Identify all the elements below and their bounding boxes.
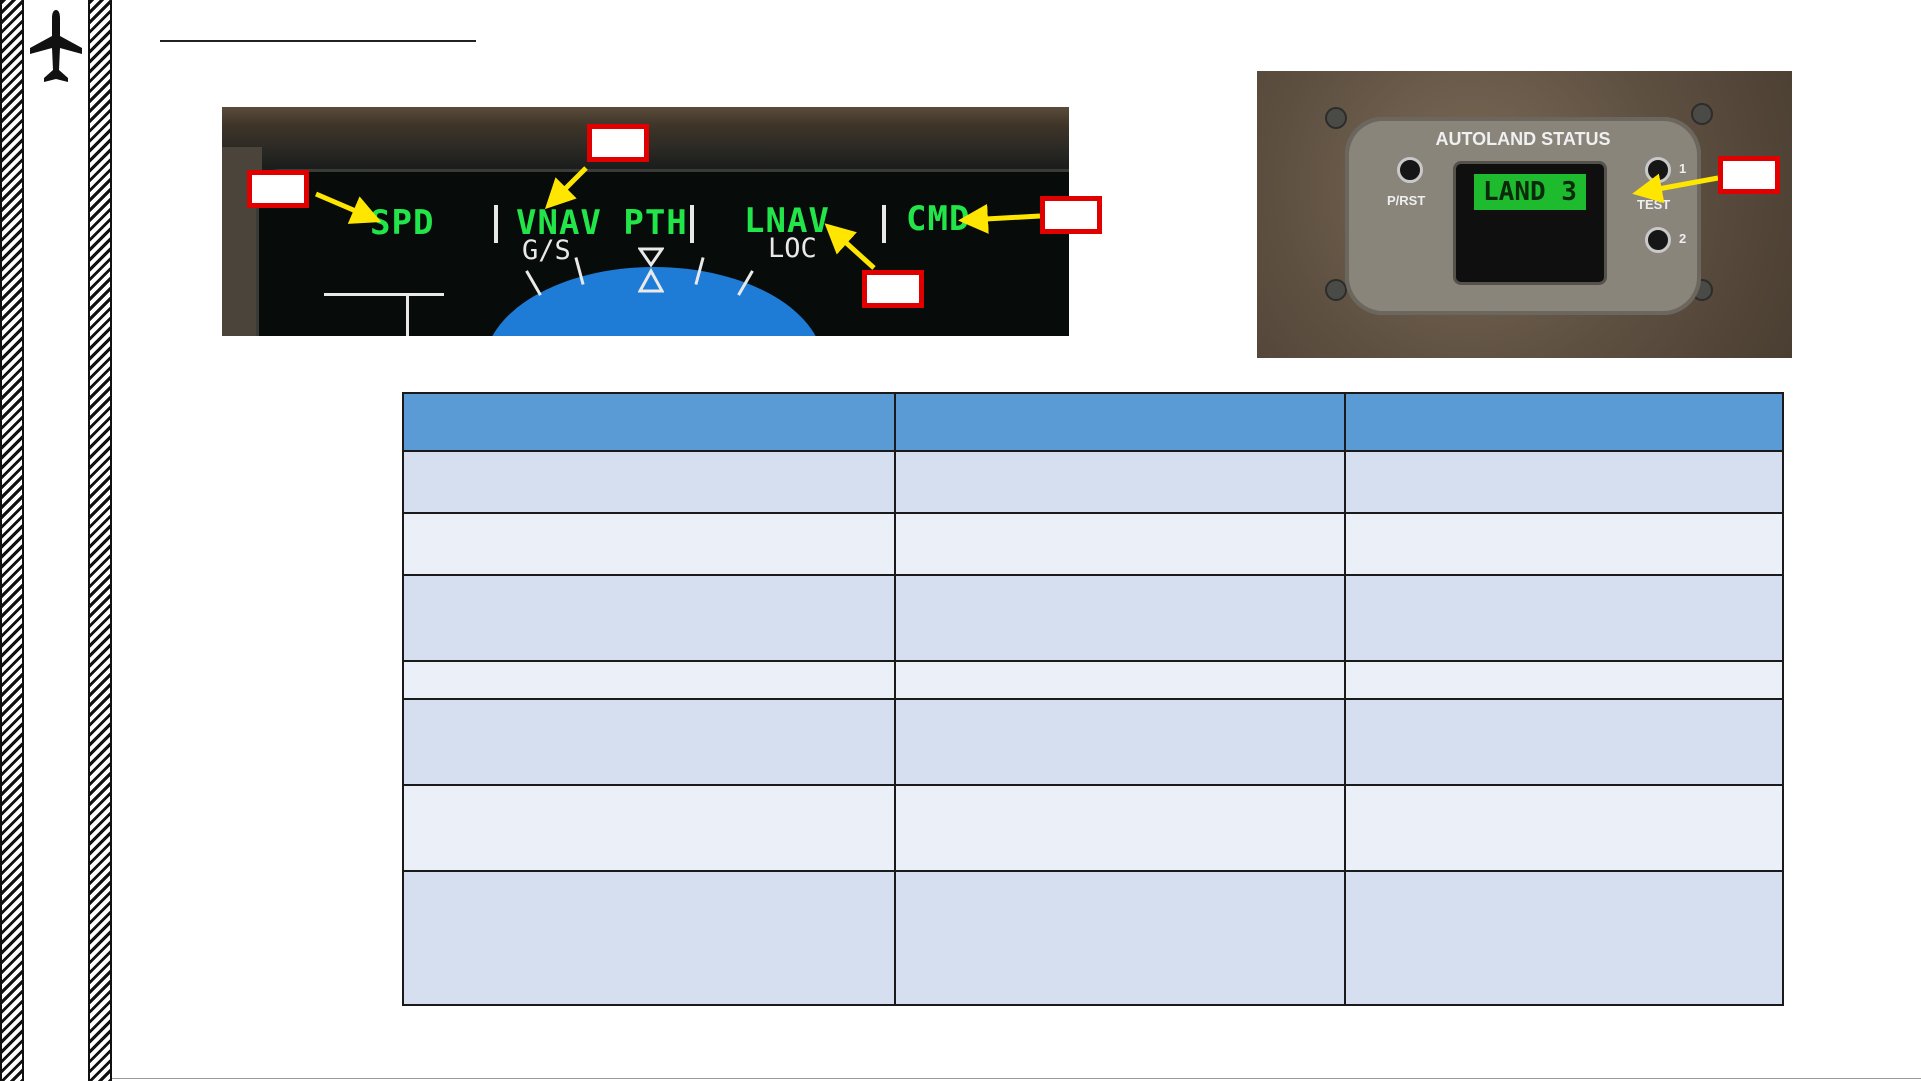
autoland-panel: AUTOLAND STATUS P/RST LAND 3 1 TEST 2 (1345, 117, 1701, 315)
table-row (402, 698, 1784, 786)
table-cell (1344, 574, 1784, 662)
table-cell (1344, 784, 1784, 872)
callout-box-cmd (1040, 196, 1102, 234)
test-switch-1 (1645, 157, 1671, 183)
test-label: TEST (1637, 197, 1671, 212)
table-cell (402, 660, 896, 700)
table-header-row (402, 392, 1784, 452)
table-cell (402, 574, 896, 662)
speed-tape-line (406, 293, 409, 336)
modes-table-container (402, 392, 1784, 1006)
table-cell (894, 450, 1346, 514)
table-row (402, 784, 1784, 872)
autoland-status-figure: AUTOLAND STATUS P/RST LAND 3 1 TEST 2 (1257, 71, 1792, 358)
table-cell (402, 870, 896, 1006)
table-cell (1344, 512, 1784, 576)
hatched-border-left (0, 0, 24, 1081)
screw-icon (1325, 107, 1347, 129)
table-row (402, 512, 1784, 576)
table-cell (1344, 698, 1784, 786)
test-1-label: 1 (1679, 161, 1687, 176)
table-cell (894, 870, 1346, 1006)
footer-rule (112, 1078, 1921, 1079)
speed-tape-line (324, 293, 444, 296)
table-cell (1344, 870, 1784, 1006)
fma-speed-mode: SPD (370, 203, 435, 243)
table-cell (894, 784, 1346, 872)
test-switch-2 (1645, 227, 1671, 253)
reset-switch (1397, 157, 1423, 183)
callout-box-spd (247, 170, 309, 208)
side-bar (0, 0, 112, 1081)
table-cell (402, 784, 896, 872)
table-row (402, 870, 1784, 1006)
hatched-border-right (88, 0, 112, 1081)
modes-table (402, 392, 1784, 1006)
table-cell (1344, 450, 1784, 514)
table-cell (1344, 660, 1784, 700)
callout-box-land3 (1718, 156, 1780, 194)
bank-pointer-icon (638, 247, 664, 293)
fma-separator (690, 205, 694, 243)
autoland-annunciation: LAND 3 (1474, 174, 1586, 210)
table-header-cell (402, 392, 896, 452)
table-row (402, 450, 1784, 514)
table-header-cell (894, 392, 1346, 452)
fma-roll-armed: LOC (768, 233, 817, 264)
table-cell (402, 450, 896, 514)
fma-separator (882, 205, 886, 243)
table-cell (894, 660, 1346, 700)
callout-box-vnav (587, 124, 649, 162)
table-row (402, 660, 1784, 700)
airplane-icon (30, 10, 82, 82)
reset-label: P/RST (1387, 193, 1426, 208)
callout-box-lnav (862, 270, 924, 308)
table-cell (402, 512, 896, 576)
autoland-panel-title: AUTOLAND STATUS (1435, 129, 1611, 149)
table-cell (894, 698, 1346, 786)
fma-afds-status: CMD (906, 199, 971, 239)
fma-pitch-armed: G/S (522, 235, 571, 266)
title-underline (160, 40, 476, 42)
table-header-cell (1344, 392, 1784, 452)
fma-separator (494, 205, 498, 243)
table-row (402, 574, 1784, 662)
screw-icon (1325, 279, 1347, 301)
table-cell (894, 512, 1346, 576)
screw-icon (1691, 103, 1713, 125)
table-cell (894, 574, 1346, 662)
test-2-label: 2 (1679, 231, 1687, 246)
autoland-display: LAND 3 (1453, 161, 1607, 285)
table-cell (402, 698, 896, 786)
